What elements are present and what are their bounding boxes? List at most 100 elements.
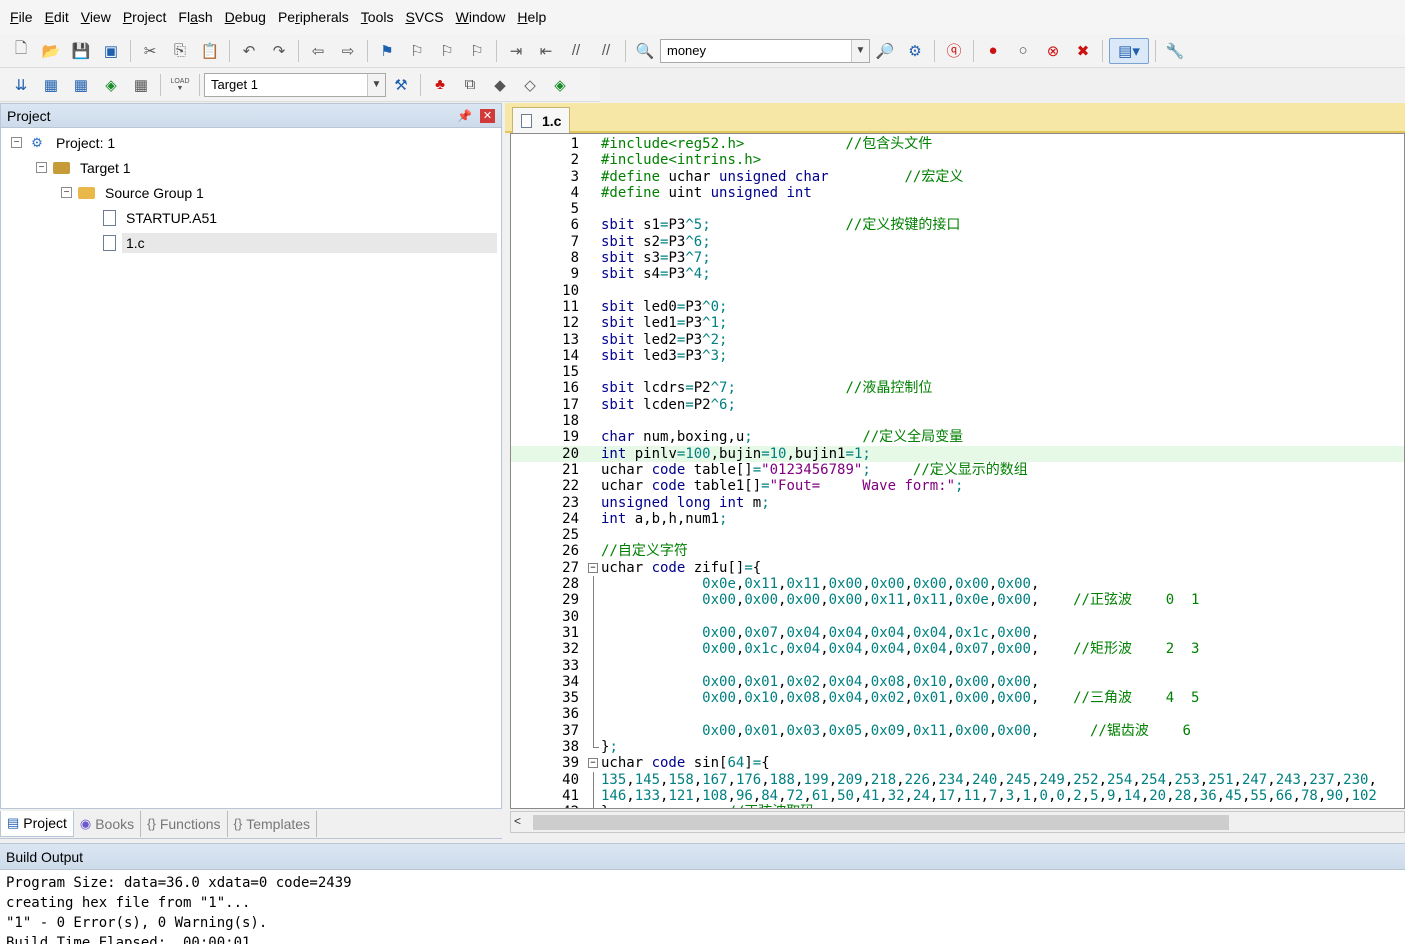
code-line[interactable]: 31 0x00,0x07,0x04,0x04,0x04,0x04,0x1c,0x… [511, 624, 1404, 642]
code-line[interactable]: 18 [511, 413, 1404, 429]
fold-gutter[interactable]: − [587, 560, 599, 576]
tree-item[interactable]: − ⚙ Project: 1 [1, 130, 501, 155]
menu-view[interactable]: View [75, 0, 117, 34]
code-line[interactable]: 38}; [511, 738, 1404, 755]
menu-edit[interactable]: Edit [39, 0, 75, 34]
insert-breakpoint-icon[interactable]: ● [980, 38, 1006, 64]
editor-tab-1c[interactable]: 1.c [512, 107, 571, 133]
code-line[interactable]: 29 0x00,0x00,0x00,0x00,0x11,0x11,0x0e,0x… [511, 592, 1404, 609]
copy-icon[interactable]: ⎘ [167, 38, 193, 64]
clear-bookmarks-icon[interactable]: ⚐ [464, 38, 490, 64]
code-line[interactable]: 22 uchar code table1[]="Fout= Wave form:"… [511, 478, 1404, 494]
fold-collapse-icon[interactable]: − [588, 562, 598, 573]
indent-icon[interactable]: ⇥ [503, 38, 529, 64]
paste-icon[interactable]: 📋 [197, 38, 223, 64]
code-line[interactable]: 35 0x00,0x10,0x08,0x04,0x02,0x01,0x00,0x… [511, 690, 1404, 707]
code-editor[interactable]: 1 #include<reg52.h> //包含头文件 2 #include<intr… [510, 133, 1405, 809]
download-icon[interactable]: LOAD ▼ [167, 72, 193, 98]
code-line[interactable]: 27− uchar code zifu[]={ [511, 560, 1404, 576]
code-line[interactable]: 8 sbit s3=P3^7; [511, 250, 1404, 266]
batch-build-icon[interactable]: ◈ [98, 72, 124, 98]
code-line[interactable]: 33 [511, 657, 1404, 674]
code-line[interactable]: 23 unsigned long int m; [511, 495, 1404, 511]
manage-components-icon[interactable]: ♣ [427, 72, 453, 98]
code-line[interactable]: 15 [511, 364, 1404, 380]
enable-breakpoint-icon[interactable]: ○ [1010, 38, 1036, 64]
menu-debug[interactable]: Debug [219, 0, 272, 34]
menu-help[interactable]: Help [511, 0, 552, 34]
disable-breakpoints-icon[interactable]: ⊗ [1040, 38, 1066, 64]
incremental-find-icon[interactable]: ⚙ [902, 38, 928, 64]
menu-peripherals[interactable]: Peripherals [272, 0, 355, 34]
debug-session-icon[interactable]: ⓠ [941, 38, 967, 64]
code-line[interactable]: 1 #include<reg52.h> //包含头文件 [511, 136, 1404, 152]
manage-rte-icon[interactable]: ◆ [487, 72, 513, 98]
code-line[interactable]: 3 #define uchar unsigned char //宏定义 [511, 169, 1404, 185]
redo-icon[interactable]: ↷ [266, 38, 292, 64]
save-all-icon[interactable]: ▣ [98, 38, 124, 64]
next-bookmark-icon[interactable]: ⚐ [434, 38, 460, 64]
code-line[interactable]: 32 0x00,0x1c,0x04,0x04,0x04,0x04,0x07,0x… [511, 641, 1404, 658]
fold-collapse-icon[interactable]: − [588, 758, 598, 769]
nav-forward-icon[interactable]: ⇨ [335, 38, 361, 64]
find-icon[interactable]: 🔎 [872, 38, 898, 64]
code-line[interactable]: 17 sbit lcden=P2^6; [511, 397, 1404, 413]
undo-icon[interactable]: ↶ [236, 38, 262, 64]
collapse-icon[interactable]: − [36, 162, 47, 173]
code-line[interactable]: 26 //自定义字符 [511, 543, 1404, 559]
code-line[interactable]: 40 135,145,158,167,176,188,199,209,218,22… [511, 771, 1404, 788]
rebuild-icon[interactable]: ▦ [68, 72, 94, 98]
menu-svcs[interactable]: SVCS [399, 0, 449, 34]
tree-item[interactable]: − Source Group 1 [1, 180, 501, 205]
chevron-down-icon[interactable]: ▼ [851, 39, 869, 62]
scroll-left-icon[interactable]: < [514, 814, 521, 828]
close-icon[interactable]: ✕ [480, 108, 495, 123]
build-icon[interactable]: ▦ [38, 72, 64, 98]
code-line[interactable]: 2 #include<intrins.h> [511, 152, 1404, 168]
uncomment-icon[interactable]: // [593, 38, 619, 64]
code-line[interactable]: 9 sbit s4=P3^4; [511, 266, 1404, 282]
code-line[interactable]: 25 [511, 527, 1404, 543]
nav-back-icon[interactable]: ⇦ [305, 38, 331, 64]
code-line[interactable]: 12 sbit led1=P3^1; [511, 315, 1404, 331]
tab-books[interactable]: ◉ Books [74, 810, 142, 837]
code-line[interactable]: 36 [511, 706, 1404, 723]
code-line[interactable]: 24 int a,b,h,num1; [511, 511, 1404, 527]
bookmark-icon[interactable]: ⚑ [374, 38, 400, 64]
fold-gutter[interactable]: − [587, 755, 599, 771]
configure-icon[interactable]: 🔧 [1162, 38, 1188, 64]
tab-project[interactable]: ▤ Project [0, 810, 74, 837]
unindent-icon[interactable]: ⇤ [533, 38, 559, 64]
code-line[interactable]: 16 sbit lcdrs=P2^7; //液晶控制位 [511, 380, 1404, 396]
tree-item[interactable]: STARTUP.A51 [1, 205, 501, 230]
tree-item[interactable]: − Target 1 [1, 155, 501, 180]
code-line[interactable]: 10 [511, 283, 1404, 299]
comment-icon[interactable]: // [563, 38, 589, 64]
menu-project[interactable]: Project [117, 0, 173, 34]
code-line[interactable]: 7 sbit s2=P3^6; [511, 234, 1404, 250]
code-line[interactable]: 5 [511, 201, 1404, 217]
menu-tools[interactable]: Tools [355, 0, 400, 34]
code-line[interactable]: 42}; //正弦波取码 [511, 804, 1404, 808]
translate-icon[interactable]: ⇊ [8, 72, 34, 98]
chevron-down-icon[interactable]: ▼ [367, 73, 385, 96]
collapse-icon[interactable]: − [61, 187, 72, 198]
tree-item[interactable]: 1.c [1, 230, 501, 255]
menu-window[interactable]: Window [450, 0, 512, 34]
scroll-thumb[interactable] [533, 815, 1229, 830]
prev-bookmark-icon[interactable]: ⚐ [404, 38, 430, 64]
event-recorder-icon[interactable]: ◈ [547, 72, 573, 98]
cut-icon[interactable]: ✂ [137, 38, 163, 64]
code-line[interactable]: 11 sbit led0=P3^0; [511, 299, 1404, 315]
build-output-text[interactable]: Program Size: data=36.0 xdata=0 code=243… [0, 870, 1405, 944]
horizontal-scrollbar[interactable]: < [510, 811, 1405, 833]
find-in-files-icon[interactable]: 🔍 [632, 38, 658, 64]
window-layout-icon[interactable]: ▤▾ [1109, 37, 1149, 64]
menu-flash[interactable]: Flash [172, 0, 218, 34]
code-line[interactable]: 4 #define uint unsigned int [511, 185, 1404, 201]
kill-breakpoints-icon[interactable]: ✖ [1070, 38, 1096, 64]
code-line[interactable]: 28 0x0e,0x11,0x11,0x00,0x00,0x00,0x00,0x… [511, 576, 1404, 593]
code-line[interactable]: 13 sbit led2=P3^2; [511, 332, 1404, 348]
stop-build-icon[interactable]: ▦ [128, 72, 154, 98]
pack-installer-icon[interactable]: ◇ [517, 72, 543, 98]
